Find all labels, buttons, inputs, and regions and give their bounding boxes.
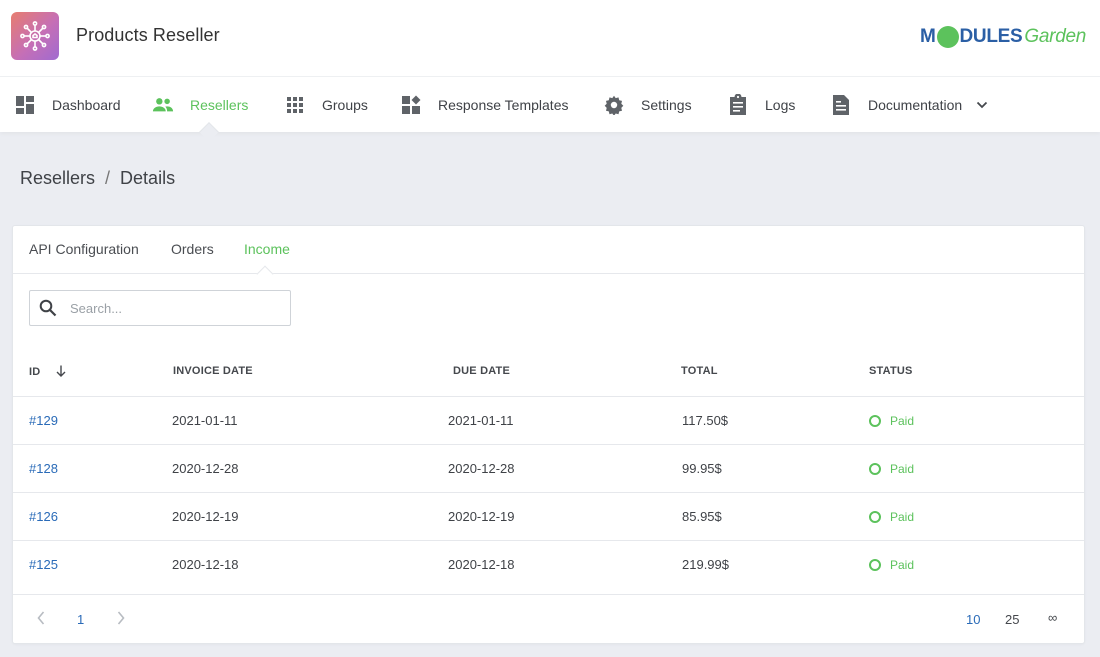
invoice-id-link[interactable]: #129 (29, 413, 58, 428)
nav-label: Settings (641, 96, 692, 113)
sort-arrow-down-icon[interactable] (56, 365, 66, 380)
tab-income[interactable]: Income (244, 241, 290, 257)
due-date: 2021-01-11 (448, 413, 514, 428)
total: 85.95$ (682, 509, 722, 524)
status-label: Paid (890, 414, 915, 428)
column-header-id[interactable]: ID (29, 365, 66, 380)
nav-item-settings[interactable]: Settings (603, 77, 692, 132)
invoice-date: 2020-12-28 (172, 461, 239, 476)
chevron-right-icon[interactable] (117, 611, 125, 628)
page-size-10[interactable]: 10 (966, 612, 980, 627)
invoice-id-link[interactable]: #128 (29, 461, 58, 476)
table-row[interactable]: #126 2020-12-19 2020-12-19 85.95$ Paid (13, 492, 1084, 540)
breadcrumb-current: Details (120, 168, 176, 188)
due-date: 2020-12-28 (448, 461, 515, 476)
brand-text-dules: DULES (959, 26, 1023, 47)
dashboard-icon (14, 94, 36, 116)
tab-bar: API Configuration Orders Income (13, 226, 1084, 283)
top-bar: Products Reseller M DULES Garden (0, 0, 1100, 77)
breadcrumb: Resellers / Details (20, 168, 175, 189)
status-circle-icon (869, 511, 881, 523)
income-card: API Configuration Orders Income ID INVOI… (12, 225, 1085, 644)
nav-item-groups[interactable]: Groups (284, 77, 368, 132)
search-box (29, 290, 291, 326)
brand-logo[interactable]: M DULES Garden (920, 24, 1086, 50)
tab-orders[interactable]: Orders (171, 241, 214, 257)
nav-item-documentation[interactable]: Documentation (830, 77, 988, 132)
nav-label: Dashboard (52, 96, 121, 113)
chevron-down-icon[interactable] (976, 101, 988, 109)
nav-label: Resellers (190, 96, 249, 113)
status-label: Paid (890, 510, 915, 524)
chevron-left-icon[interactable] (37, 611, 45, 628)
document-icon (830, 94, 852, 116)
table-row[interactable]: #125 2020-12-18 2020-12-18 219.99$ Paid (13, 540, 1084, 588)
nav-item-logs[interactable]: Logs (727, 77, 795, 132)
breadcrumb-parent[interactable]: Resellers (20, 168, 95, 188)
column-header-status[interactable]: STATUS (869, 365, 913, 377)
brand-text-m: M (919, 26, 936, 47)
page-size-25[interactable]: 25 (1005, 612, 1019, 627)
users-icon (152, 94, 174, 116)
search-input[interactable] (70, 300, 270, 316)
active-tab-indicator (256, 265, 274, 283)
total: 117.50$ (682, 413, 729, 428)
due-date: 2020-12-19 (448, 509, 515, 524)
widgets-icon (400, 94, 422, 116)
status-circle-icon (869, 559, 881, 571)
status-label: Paid (890, 558, 915, 572)
table-row[interactable]: #128 2020-12-28 2020-12-28 99.95$ Paid (13, 444, 1084, 492)
tab-api-configuration[interactable]: API Configuration (29, 241, 139, 257)
pagination-bar: 1 10 25 ∞ (13, 594, 1084, 644)
invoice-date: 2021-01-11 (172, 413, 238, 428)
globe-icon (936, 26, 959, 48)
gear-icon (603, 94, 625, 116)
invoice-id-link[interactable]: #125 (29, 557, 58, 572)
app-logo-icon[interactable] (11, 12, 59, 60)
status-badge: Paid (869, 462, 914, 476)
status-circle-icon (869, 415, 881, 427)
column-label: ID (29, 366, 41, 378)
grid-icon (284, 94, 306, 116)
nav-item-dashboard[interactable]: Dashboard (14, 77, 121, 132)
main-nav: Dashboard Resellers Groups Response Temp… (0, 77, 1100, 142)
column-header-due-date[interactable]: DUE DATE (453, 365, 510, 377)
column-header-invoice-date[interactable]: INVOICE DATE (173, 365, 253, 377)
nav-label: Logs (765, 96, 796, 113)
nav-label: Documentation (868, 96, 963, 113)
page-size-all[interactable]: ∞ (1048, 610, 1057, 625)
status-label: Paid (890, 462, 915, 476)
column-header-total[interactable]: TOTAL (681, 365, 718, 377)
clipboard-icon (727, 93, 749, 116)
nav-item-resellers[interactable]: Resellers (152, 77, 248, 132)
nav-label: Response Templates (438, 96, 569, 113)
total: 219.99$ (682, 557, 729, 572)
invoice-date: 2020-12-19 (172, 509, 239, 524)
due-date: 2020-12-18 (448, 557, 515, 572)
status-badge: Paid (869, 558, 914, 572)
invoice-id-link[interactable]: #126 (29, 509, 58, 524)
invoice-date: 2020-12-18 (172, 557, 239, 572)
app-title: Products Reseller (76, 25, 220, 45)
total: 99.95$ (682, 461, 722, 476)
status-circle-icon (869, 463, 881, 475)
nav-item-response-templates[interactable]: Response Templates (400, 77, 568, 132)
status-badge: Paid (869, 510, 914, 524)
breadcrumb-separator: / (105, 168, 111, 188)
table-row[interactable]: #129 2021-01-11 2021-01-11 117.50$ Paid (13, 396, 1084, 444)
nav-label: Groups (322, 96, 368, 113)
status-badge: Paid (869, 414, 914, 428)
search-icon (38, 298, 58, 318)
brand-text-garden: Garden (1024, 26, 1086, 47)
page-number-current[interactable]: 1 (77, 612, 84, 627)
